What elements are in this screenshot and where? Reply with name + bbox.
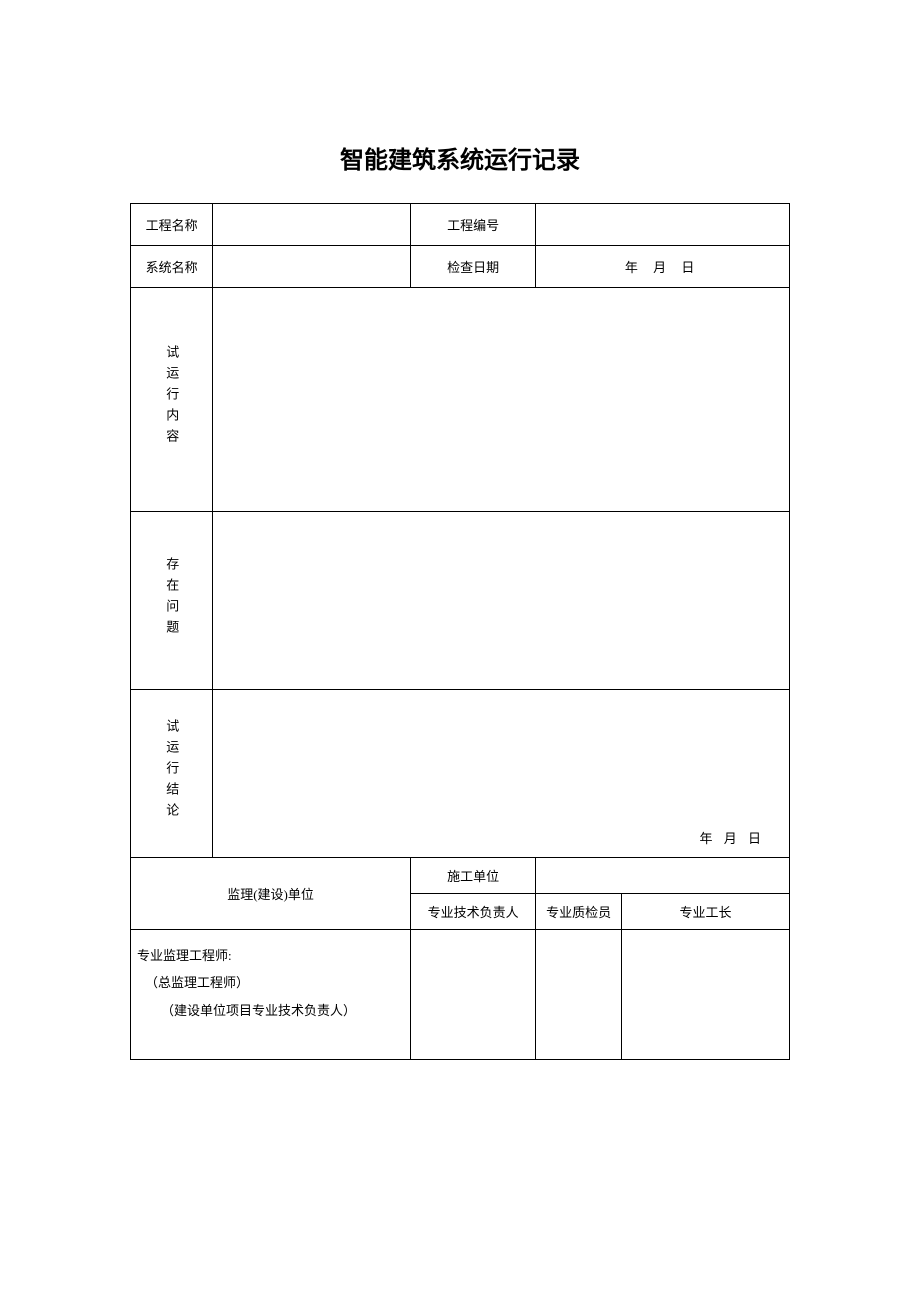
label-construction-unit: 施工单位 — [411, 858, 536, 894]
sig-line-3: （建设单位项目专业技术负责人） — [137, 997, 404, 1024]
label-project-name: 工程名称 — [131, 204, 213, 246]
value-tech-lead[interactable] — [411, 930, 536, 1060]
value-project-no[interactable] — [536, 204, 790, 246]
value-system-name[interactable] — [213, 246, 411, 288]
value-trial-conclusion[interactable]: 年 月 日 — [213, 690, 790, 858]
label-quality-inspector: 专业质检员 — [536, 894, 622, 930]
label-trial-conclusion: 试运行结论 — [131, 690, 213, 858]
page-title: 智能建筑系统运行记录 — [130, 140, 790, 175]
label-system-name: 系统名称 — [131, 246, 213, 288]
value-foreman[interactable] — [621, 930, 789, 1060]
value-trial-content[interactable] — [213, 288, 790, 512]
label-supervision-unit: 监理(建设)单位 — [131, 858, 411, 930]
supervision-signature-block[interactable]: 专业监理工程师: （总监理工程师） （建设单位项目专业技术负责人） — [131, 930, 411, 1060]
sig-line-1: 专业监理工程师: — [137, 942, 404, 969]
label-check-date: 检查日期 — [411, 246, 536, 288]
form-table: 工程名称 工程编号 系统名称 检查日期 年 月 日 试运行内容 存在问题 试 — [130, 203, 790, 1060]
label-foreman: 专业工长 — [621, 894, 789, 930]
label-trial-content: 试运行内容 — [131, 288, 213, 512]
conclusion-date: 年 月 日 — [699, 828, 765, 847]
label-project-no: 工程编号 — [411, 204, 536, 246]
value-quality-inspector[interactable] — [536, 930, 622, 1060]
value-project-name[interactable] — [213, 204, 411, 246]
value-construction-unit[interactable] — [536, 858, 790, 894]
sig-line-2: （总监理工程师） — [137, 969, 404, 996]
value-issues[interactable] — [213, 512, 790, 690]
value-check-date[interactable]: 年 月 日 — [536, 246, 790, 288]
label-tech-lead: 专业技术负责人 — [411, 894, 536, 930]
label-issues: 存在问题 — [131, 512, 213, 690]
